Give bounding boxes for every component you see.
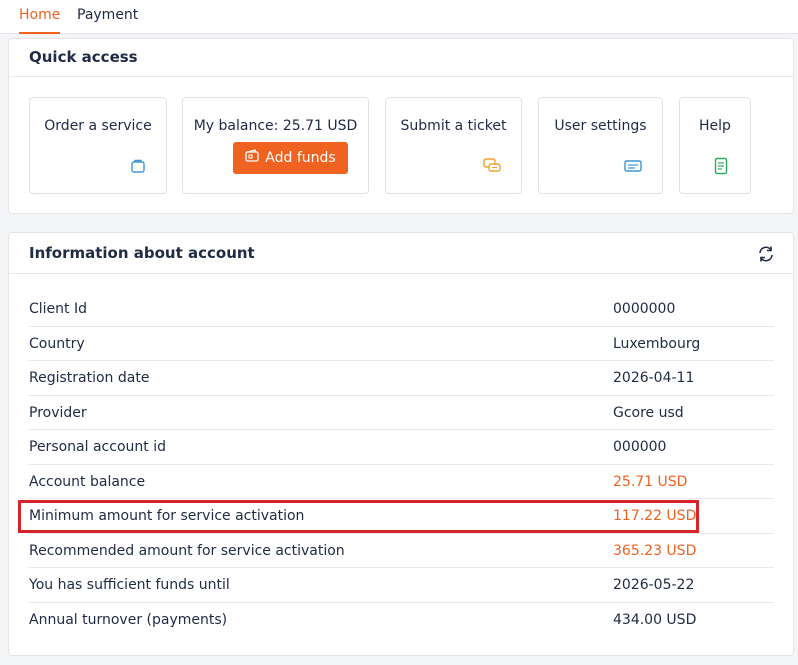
account-row: Client Id 0000000 [29,292,774,327]
row-value: Gcore usd [613,404,684,421]
account-row: Personal account id 000000 [29,430,774,465]
bag-icon [128,156,148,176]
refresh-icon[interactable] [757,245,775,263]
account-info-card: Information about account Client Id 0000… [8,232,794,656]
top-tab-bar: Home Payment [0,0,798,34]
add-funds-button[interactable]: Add funds [233,142,348,174]
row-value: 365.23 USD [613,542,697,559]
row-value: 434.00 USD [613,611,697,628]
account-row: Country Luxembourg [29,327,774,361]
account-row: Recommended amount for service activatio… [29,534,774,568]
quick-access-title: Quick access [29,48,138,66]
account-row: Annual turnover (payments) 434.00 USD [29,603,774,638]
row-label: Account balance [29,473,146,490]
row-value: 2026-04-11 [613,370,695,386]
account-row: Minimum amount for service activation 11… [29,499,774,534]
row-label: Recommended amount for service activatio… [29,542,345,559]
order-service-tile[interactable]: Order a service [29,97,167,194]
submit-ticket-tile[interactable]: Submit a ticket [385,97,522,194]
add-funds-label: Add funds [265,150,336,166]
account-row: You has sufficient funds until 2026-05-2… [29,568,774,603]
row-label: Registration date [29,370,150,386]
account-row: Provider Gcore usd [29,396,774,430]
help-tile[interactable]: Help [679,97,751,194]
account-row: Registration date 2026-04-11 [29,361,774,396]
row-value: 25.71 USD [613,473,688,490]
balance-label: My balance: 25.71 USD [193,118,358,134]
row-label: Minimum amount for service activation [29,508,305,524]
row-value: Luxembourg [613,335,701,352]
tab-payment[interactable]: Payment [77,0,138,34]
row-value: 117.22 USD [613,508,697,524]
help-label: Help [699,118,731,134]
row-value: 000000 [613,439,667,455]
row-value: 0000000 [613,301,676,317]
row-label: Provider [29,404,87,421]
quick-access-card: Quick access Order a service My balance:… [8,38,794,214]
quick-access-header: Quick access [9,39,793,77]
row-label: Annual turnover (payments) [29,611,228,628]
row-label: Personal account id [29,439,166,455]
chat-icon [482,156,502,176]
account-info-title: Information about account [29,244,255,262]
user-settings-label: User settings [554,118,647,134]
row-value: 2026-05-22 [613,577,695,593]
row-label: Client Id [29,301,87,317]
row-label: You has sufficient funds until [29,577,230,593]
balance-tile: My balance: 25.71 USD Add funds [182,97,369,194]
row-label: Country [29,335,85,352]
tab-home[interactable]: Home [19,0,61,34]
settings-card-icon [623,156,643,176]
user-settings-tile[interactable]: User settings [538,97,663,194]
order-service-label: Order a service [44,118,152,134]
account-row: Account balance 25.71 USD [29,465,774,499]
wallet-icon [245,149,259,167]
account-info-header: Information about account [9,233,793,274]
document-icon [711,156,731,176]
submit-ticket-label: Submit a ticket [400,118,507,134]
